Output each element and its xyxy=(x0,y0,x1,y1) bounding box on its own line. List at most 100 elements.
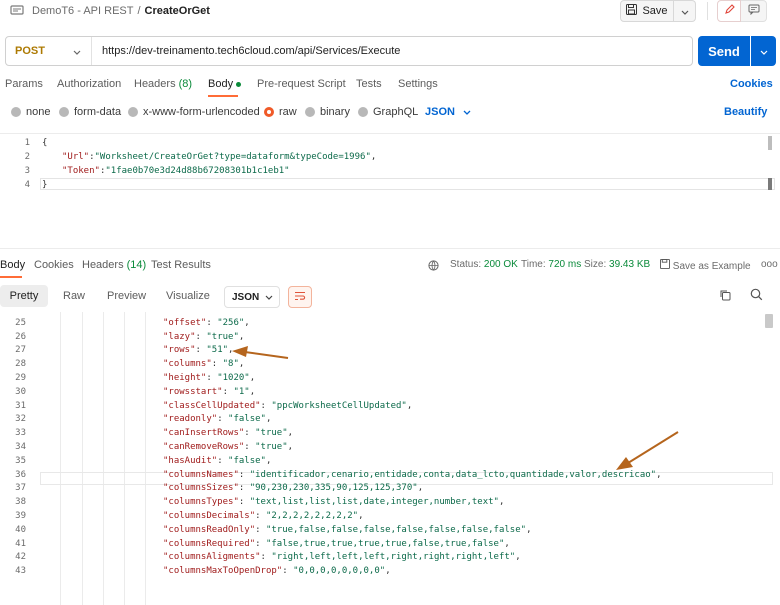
url-bar: POST https://dev-treinamento.tech6cloud.… xyxy=(5,36,693,66)
response-scrollbar[interactable] xyxy=(765,314,773,328)
json-comma: , xyxy=(265,455,272,466)
line-number: 33 xyxy=(15,428,26,439)
edit-button[interactable] xyxy=(717,0,741,22)
code-line: "columnsAligments": "right,left,left,lef… xyxy=(163,552,521,563)
json-value: "false" xyxy=(228,414,266,425)
response-format-select[interactable]: JSON xyxy=(224,286,280,308)
globe-icon[interactable] xyxy=(428,260,439,274)
code-line-url: "Url":"Worksheet/CreateOrGet?type=datafo… xyxy=(62,152,377,162)
request-name[interactable]: CreateOrGet xyxy=(145,5,210,17)
indent-guide xyxy=(60,312,61,605)
beautify-button[interactable]: Beautify xyxy=(724,106,767,118)
indent-guide xyxy=(124,312,125,605)
tab-response-headers[interactable]: Headers (14) xyxy=(82,259,146,271)
method-select[interactable]: POST xyxy=(6,37,92,65)
line-number: 1 xyxy=(24,138,30,148)
tab-authorization[interactable]: Authorization xyxy=(57,78,121,90)
editor-scrollbar[interactable] xyxy=(768,136,772,150)
line-number: 24 xyxy=(0,312,26,314)
line-number: 34 xyxy=(15,442,26,452)
code-line: "canInsertRows": "true", xyxy=(163,428,294,439)
json-value: "8" xyxy=(222,359,239,370)
tab-body[interactable]: Body xyxy=(208,78,242,90)
more-options-icon[interactable]: ooo xyxy=(761,259,778,270)
send-button[interactable]: Send xyxy=(698,36,750,66)
response-time[interactable]: Time: 720 ms xyxy=(521,259,581,270)
view-visualize[interactable]: Visualize xyxy=(166,290,210,302)
json-value: "1020" xyxy=(217,373,250,383)
json-value: "0" xyxy=(217,312,233,314)
tab-pre-request-script[interactable]: Pre-request Script xyxy=(257,78,346,90)
save-as-example-button[interactable]: Save as Example xyxy=(660,259,751,272)
radio-x-www-form-urlencoded[interactable]: x-www-form-urlencoded xyxy=(128,106,260,118)
json-value: "90,230,230,335,90,125,125,370" xyxy=(249,483,418,494)
line-number: 4 xyxy=(24,180,30,190)
json-value: "2,2,2,2,2,2,2,2" xyxy=(265,511,359,521)
body-format-select[interactable]: JSON xyxy=(425,106,471,118)
json-value: "right,left,left,left,right,right,right,… xyxy=(271,552,516,563)
json-key: "columnsMaxToOpenDrop" xyxy=(163,566,283,577)
line-number: 30 xyxy=(15,386,26,397)
json-comma: , xyxy=(265,414,272,425)
response-size[interactable]: Size: 39.43 KB xyxy=(584,259,650,270)
line-number: 29 xyxy=(15,373,26,383)
json-key: "height" xyxy=(163,373,207,383)
tab-headers[interactable]: Headers (8) xyxy=(134,78,192,90)
tab-tests[interactable]: Tests xyxy=(356,78,382,90)
view-pretty[interactable]: Pretty xyxy=(0,285,48,307)
line-number: 2 xyxy=(24,152,30,162)
radio-binary[interactable]: binary xyxy=(305,106,350,118)
response-status[interactable]: Status: 200 OK xyxy=(450,259,518,270)
json-key: "lazy" xyxy=(163,331,196,342)
search-icon[interactable] xyxy=(750,288,763,304)
json-key: "rowsstart" xyxy=(163,386,223,397)
json-comma: , xyxy=(504,538,510,549)
save-button[interactable]: Save xyxy=(620,0,674,22)
save-options-button[interactable] xyxy=(674,0,696,22)
body-format-label: JSON xyxy=(425,106,455,118)
radio-none[interactable]: none xyxy=(11,106,50,118)
json-comma: , xyxy=(385,566,391,577)
comments-button[interactable] xyxy=(741,0,767,22)
code-line: "canRemoveRows": "true", xyxy=(163,442,294,452)
radio-label: form-data xyxy=(74,106,122,118)
indent-guide xyxy=(82,312,83,605)
breadcrumb-workspace[interactable]: DemoT6 - API REST xyxy=(32,5,133,17)
copy-icon[interactable] xyxy=(719,289,731,304)
json-key: "column" xyxy=(163,312,206,314)
line-number: 38 xyxy=(15,497,26,508)
json-comma: , xyxy=(656,469,662,480)
chevron-down-icon xyxy=(681,4,689,18)
json-comma: , xyxy=(417,483,424,494)
tab-response-body[interactable]: Body xyxy=(0,259,25,271)
radio-raw[interactable]: raw xyxy=(264,106,297,118)
view-raw[interactable]: Raw xyxy=(63,290,85,302)
json-comma: , xyxy=(287,442,294,452)
tab-response-cookies[interactable]: Cookies xyxy=(34,259,74,271)
radio-form-data[interactable]: form-data xyxy=(59,106,121,118)
code-line: "readonly": "false", xyxy=(163,414,272,425)
code-line: "columns": "8", xyxy=(163,359,245,370)
tab-test-results[interactable]: Test Results xyxy=(151,259,211,271)
json-key: "columnsSizes" xyxy=(163,483,239,494)
save-label: Save xyxy=(642,5,668,17)
response-body-viewer[interactable]: 24 "column": "0", 25 "offset": "256", 26 "laz… xyxy=(0,312,780,605)
request-body-editor[interactable]: 1 2 3 4 { "Url":"Worksheet/CreateOrGet?t… xyxy=(0,133,780,249)
tab-params[interactable]: Params xyxy=(5,78,43,90)
url-input[interactable]: https://dev-treinamento.tech6cloud.com/a… xyxy=(102,45,400,57)
send-options-button[interactable] xyxy=(751,36,776,66)
json-key: "Url" xyxy=(62,152,90,162)
save-as-example-label: Save as Example xyxy=(672,261,751,272)
time-label: Time: xyxy=(521,259,546,270)
json-value: "true" xyxy=(206,331,239,342)
view-preview[interactable]: Preview xyxy=(107,290,146,302)
json-comma: , xyxy=(233,312,238,314)
radio-graphql[interactable]: GraphQL xyxy=(358,106,418,118)
json-comma: , xyxy=(526,524,532,535)
json-value: "false,true,true,true,true,false,true,fa… xyxy=(265,538,505,549)
json-key: "Token" xyxy=(62,166,100,176)
wrap-lines-button[interactable] xyxy=(288,286,312,308)
line-number: 37 xyxy=(15,483,26,494)
cookies-link[interactable]: Cookies xyxy=(730,78,773,90)
tab-settings[interactable]: Settings xyxy=(398,78,438,90)
